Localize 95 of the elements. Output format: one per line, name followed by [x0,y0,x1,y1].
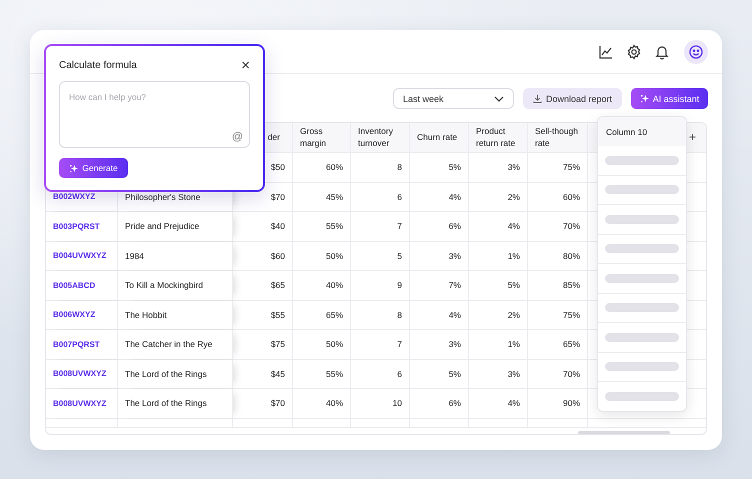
table-cell: 70% [562,221,580,232]
table-cell: 6 [397,368,402,379]
table-cell: 6% [448,221,461,232]
avatar[interactable] [684,40,708,64]
table-cell: 60% [326,162,343,172]
download-report-button[interactable]: Download report [523,88,622,109]
settings-icon[interactable] [626,44,642,60]
table-cell: 7 [397,221,402,232]
prompt-field[interactable]: How can I help you? @ [59,81,250,148]
column-header: Churn rate [417,132,458,144]
column-header: Sell-though rate [535,126,580,149]
table-cell: 6% [448,398,461,408]
table-cell: 8 [397,310,402,320]
book-title: Pride and Prejudice [125,221,200,232]
table-cell: 4% [508,221,520,232]
book-title: Philosopher's Stone [125,192,200,202]
dialog-title: Calculate formula [59,60,137,71]
table-cell: 8 [397,162,402,172]
table-cell: 9 [397,280,402,290]
generate-button[interactable]: Generate [59,158,128,178]
table-cell: 75% [562,162,580,172]
table-cell: 55% [326,368,343,379]
column-header: Product return rate [476,126,516,149]
table-cell: $65 [270,280,285,290]
table-cell: $40 [270,221,285,232]
table-cell: 1% [508,250,520,261]
table-cell: 3% [508,162,520,172]
table-cell: 75% [562,310,580,320]
table-cell: $55 [270,310,285,320]
table-cell: 4% [508,398,520,408]
table-cell: 5% [508,280,520,290]
book-title: To Kill a Mockingbird [125,280,203,290]
bell-icon[interactable] [654,44,670,60]
column-header: der [268,132,280,144]
asin-link[interactable]: B005ABCD [53,280,96,290]
chevron-down-icon [494,96,504,102]
table-cell: 80% [562,250,580,261]
table-cell: 5% [448,368,461,379]
table-cell: 3% [508,368,520,379]
table-cell: 40% [326,398,343,408]
asin-link[interactable]: B007PQRST [53,340,100,349]
book-title: 1984 [125,250,144,261]
period-dropdown[interactable]: Last week [393,88,514,109]
book-title: The Lord of the Rings [125,398,207,408]
table-cell: $70 [270,398,285,408]
table-cell: 7 [397,339,402,350]
asin-link[interactable]: B004UVWXYZ [53,251,106,260]
column-title: Column 10 [606,126,648,136]
column-header: Gross margin [300,126,327,149]
table-cell: 45% [326,192,343,202]
table-cell: 5% [448,162,461,172]
ai-assistant-button[interactable]: AI assistant [631,88,708,109]
sparkle-icon [640,94,649,103]
book-title: The Catcher in the Rye [125,339,212,350]
table-cell: 90% [562,398,580,408]
table-cell: $50 [270,162,285,172]
asin-link[interactable]: B006WXYZ [53,310,96,320]
table-cell: 60% [562,192,580,202]
download-icon [532,94,542,103]
book-title: The Hobbit [125,310,167,320]
table-cell: 2% [508,310,520,320]
line-chart-icon[interactable] [598,44,614,60]
table-cell: $75 [270,339,285,350]
table-cell: 10 [392,398,402,408]
table-cell: 70% [562,368,580,379]
table-cell: $60 [270,250,285,261]
mention-icon[interactable]: @ [232,131,243,144]
asin-link[interactable]: B003PQRST [53,222,100,231]
close-button[interactable]: × [241,58,250,73]
table-cell: 1% [508,339,520,350]
table-cell: $45 [270,368,285,379]
column-header: Inventory turnover [358,126,394,149]
table-cell: 50% [326,250,343,261]
asin-link[interactable]: B002WXYZ [53,192,96,202]
table-cell: 3% [448,339,461,350]
table-cell: 3% [448,250,461,261]
table-cell: $70 [270,192,285,202]
table-cell: 4% [448,192,461,202]
table-cell: 6 [397,192,402,202]
add-column-button[interactable]: + [688,129,696,146]
scrollbar-thumb[interactable] [578,430,670,434]
table-cell: 7% [448,280,461,290]
table-cell: 55% [326,221,343,232]
table-cell: 85% [562,280,580,290]
table-cell: 2% [508,192,520,202]
asin-link[interactable]: B008UVWXYZ [53,398,106,408]
book-title: The Lord of the Rings [125,368,207,379]
table-cell: 5 [397,250,402,261]
table-cell: 50% [326,339,343,350]
sparkle-icon [69,164,78,173]
table-cell: 65% [562,339,580,350]
table-cell: 65% [326,310,343,320]
asin-link[interactable]: B008UVWXYZ [53,369,106,378]
table-cell: 40% [326,280,343,290]
table-cell: 4% [448,310,461,320]
